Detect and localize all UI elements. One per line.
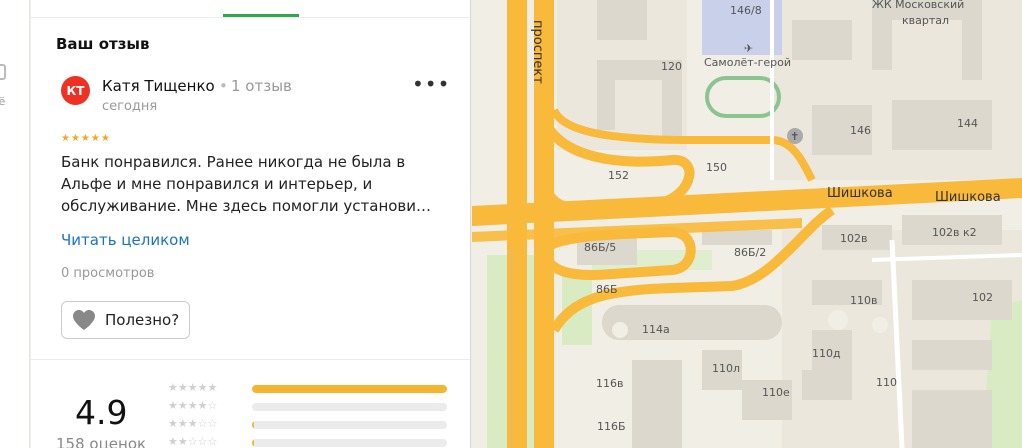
rating-distribution-row: ★★☆☆☆ (168, 435, 448, 448)
airplane-icon[interactable]: ✈ (744, 42, 753, 55)
review-text-line: Банк понравился. Ранее никогда не была в (61, 153, 406, 171)
author-review-count: 1 отзыв (231, 77, 292, 95)
map-label[interactable]: квартал (902, 14, 949, 27)
rating-bar-fill (252, 439, 254, 447)
review-text: Банк понравился. Ранее никогда не была в… (61, 151, 443, 217)
read-more-link[interactable]: Читать целиком (61, 231, 190, 249)
rating-bar-fill (252, 421, 254, 429)
map-label[interactable]: ЖК Московский (872, 0, 964, 11)
heart-icon (73, 310, 95, 330)
section-title: Ваш отзыв (56, 35, 150, 53)
map-label[interactable]: 102в к2 (932, 226, 977, 239)
row-stars: ★★★★★ (168, 381, 218, 394)
map-label[interactable]: 144 (957, 117, 978, 130)
review-text-line: Альфе и мне понравился и интерьер, и (61, 175, 373, 193)
map-label[interactable]: 102 (972, 291, 993, 304)
map-label[interactable]: 86Б (596, 283, 618, 296)
map-label[interactable]: 110е (762, 386, 790, 399)
map-label[interactable]: 110л (712, 362, 740, 375)
overall-rating: 4.9 (75, 393, 128, 432)
map-label-street[interactable]: проспект (530, 20, 545, 84)
map-label[interactable]: 152 (608, 169, 629, 182)
app-root: ьё Ваш отзыв КТ Катя Тищенко • 1 отзыв с… (0, 0, 1022, 448)
divider (31, 359, 470, 360)
row-stars: ★★☆☆☆ (168, 435, 218, 448)
map[interactable]: ✝ ✈ проспект ЖК Московский квартал 146/8… (472, 0, 1022, 448)
map-label[interactable]: 102в (840, 232, 867, 245)
map-label[interactable]: 110д (812, 347, 841, 360)
map-label[interactable]: 110в (850, 294, 877, 307)
left-nav: ьё (0, 0, 30, 448)
map-canvas[interactable]: ✝ ✈ проспект ЖК Московский квартал 146/8… (472, 0, 1022, 448)
useful-label: Полезно? (105, 311, 180, 329)
review-text-line: обслуживание. Мне здесь помогли установи… (61, 197, 432, 215)
church-icon[interactable]: ✝ (790, 130, 799, 143)
row-stars: ★★★★☆ (168, 399, 218, 412)
review-stars: ★★★★★ (61, 133, 111, 144)
rating-bar (252, 385, 447, 393)
rating-distribution-row: ★★★☆☆ (168, 417, 448, 433)
rating-distribution-row: ★★★★★ (168, 381, 448, 397)
map-label[interactable]: 114а (642, 323, 670, 336)
map-label[interactable]: Самолёт-герой (704, 56, 791, 69)
rating-bar (252, 421, 447, 429)
divider (31, 17, 470, 18)
map-label-street[interactable]: Шишкова (827, 186, 893, 201)
map-label[interactable]: 110 (876, 376, 897, 389)
useful-button[interactable]: Полезно? (61, 301, 190, 339)
map-label[interactable]: 150 (706, 161, 727, 174)
rating-distribution-row: ★★★★☆ (168, 399, 448, 415)
map-label-street[interactable]: Шишкова (935, 190, 1001, 205)
avatar[interactable]: КТ (61, 76, 90, 105)
rating-bar-fill (252, 385, 447, 393)
more-dots-icon[interactable]: ••• (412, 74, 449, 98)
rating-bar (252, 403, 447, 411)
nav-item-label[interactable]: ьё (0, 95, 5, 108)
views-count: 0 просмотров (61, 266, 155, 281)
map-label[interactable]: 86Б/5 (584, 241, 616, 254)
row-stars: ★★★☆☆ (168, 417, 218, 430)
nav-item-icon[interactable] (0, 64, 6, 80)
separator-dot: • (219, 77, 228, 95)
rating-bar (252, 439, 447, 447)
review-date: сегодня (102, 99, 158, 114)
map-label[interactable]: 146 (850, 124, 871, 137)
map-label[interactable]: 116Б (597, 420, 626, 433)
map-label[interactable]: 146/8 (730, 4, 762, 17)
map-label[interactable]: 116в (596, 377, 623, 390)
map-label[interactable]: 120 (661, 60, 682, 73)
ratings-count: 158 оценок (56, 435, 147, 448)
map-label[interactable]: 86Б/2 (734, 246, 766, 259)
review-author-name[interactable]: Катя Тищенко (102, 77, 215, 95)
review-panel: Ваш отзыв КТ Катя Тищенко • 1 отзыв сего… (31, 0, 471, 448)
